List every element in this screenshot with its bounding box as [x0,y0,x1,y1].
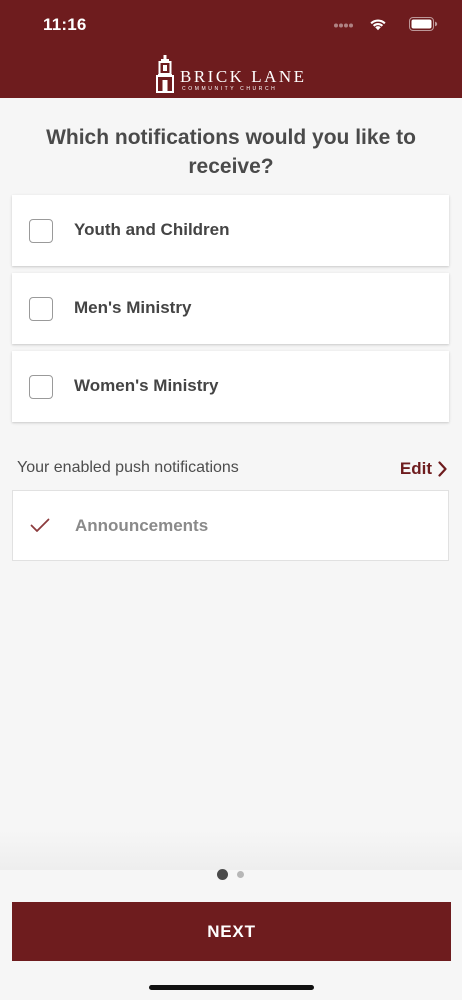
logo-title: BRICK LANE [180,67,307,86]
option-womens-ministry[interactable]: Women's Ministry [12,351,449,422]
checkbox[interactable] [29,219,53,243]
church-tower-icon [156,55,174,93]
chevron-right-icon [438,461,447,477]
status-time: 11:16 [43,15,87,34]
status-bar: 11:16 [0,0,462,52]
enabled-notifications-heading: Your enabled push notifications [17,459,239,476]
cellular-signal-icon [334,23,353,28]
enabled-item-label: Announcements [75,516,209,535]
brick-lane-logo: BRICK LANE COMMUNITY CHURCH [155,55,307,93]
wifi-icon [370,19,386,31]
page-indicator [0,868,462,882]
page-dot-inactive [237,871,244,878]
edit-link[interactable]: Edit [400,458,447,480]
next-button[interactable]: NEXT [12,902,451,961]
option-mens-ministry[interactable]: Men's Ministry [12,273,449,344]
status-icons [318,17,438,33]
app-header: 11:16 BRICK LANE COMMUNITY CHURCH [0,0,462,98]
checkbox[interactable] [29,297,53,321]
option-youth-and-children[interactable]: Youth and Children [12,195,449,266]
battery-icon [409,17,438,31]
option-label: Women's Ministry [74,376,219,395]
edit-label: Edit [399,459,432,478]
checkbox[interactable] [29,375,53,399]
page-dot-active [217,869,228,880]
enabled-notification-announcements: Announcements [12,490,449,561]
checkmark-icon [30,518,50,532]
home-indicator [149,985,314,990]
option-label: Youth and Children [74,220,230,239]
bottom-fade [0,830,462,870]
option-label: Men's Ministry [74,298,192,317]
logo-subtitle: COMMUNITY CHURCH [182,86,278,92]
page-title: Which notifications would you like to re… [46,126,416,178]
